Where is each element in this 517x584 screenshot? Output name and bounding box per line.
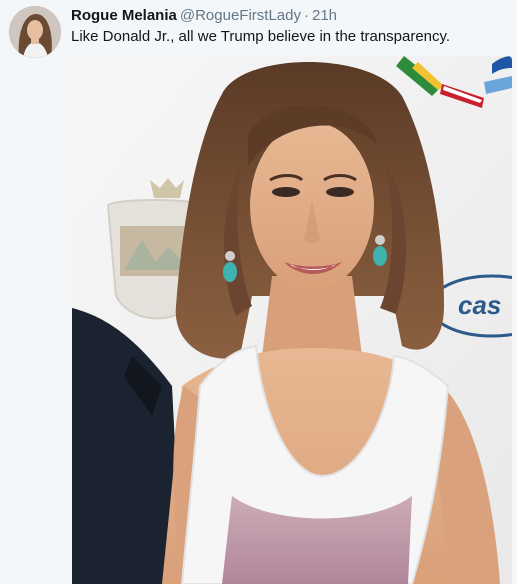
sponsor-text: cas	[458, 290, 501, 320]
author-name[interactable]: Rogue Melania	[71, 7, 177, 24]
avatar[interactable]	[9, 6, 61, 58]
author-handle[interactable]: @RogueFirstLady	[180, 7, 301, 24]
tweet-text: Like Donald Jr., all we Trump believe in…	[71, 28, 451, 45]
tweet-photo[interactable]: cas	[72, 56, 512, 584]
photo-illustration: cas	[72, 56, 512, 584]
tweet-timestamp[interactable]: 21h	[312, 7, 337, 24]
tweet-card[interactable]: Rogue Melania @RogueFirstLady · 21h Like Do…	[0, 0, 517, 584]
separator-dot: ·	[303, 7, 309, 24]
tweet-header: Rogue Melania @RogueFirstLady · 21h	[71, 6, 509, 26]
